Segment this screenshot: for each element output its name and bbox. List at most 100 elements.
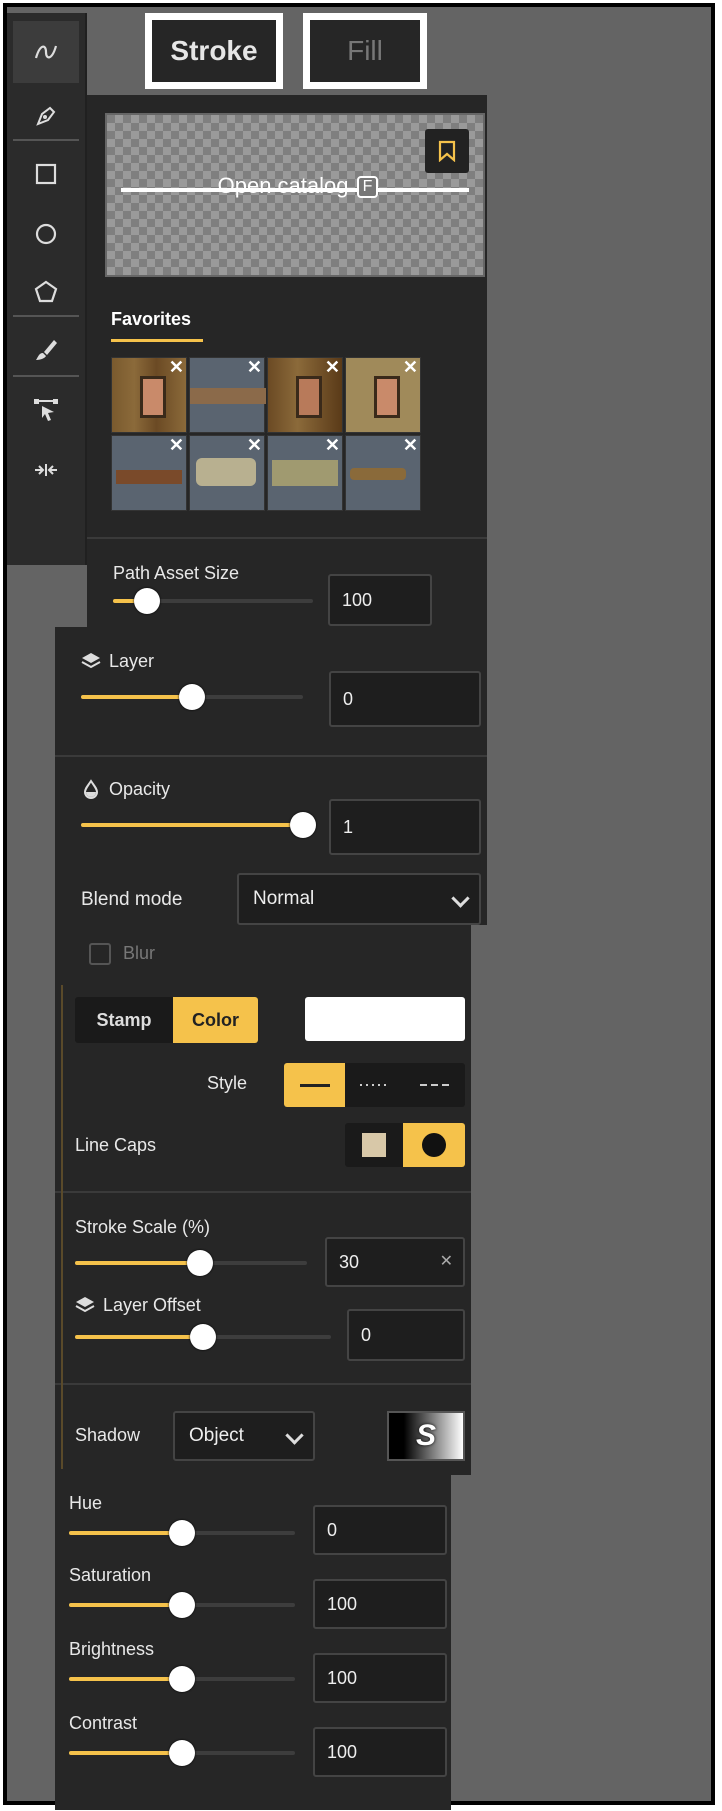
favorite-thumb[interactable]: ✕ — [267, 435, 343, 511]
tab-stroke[interactable]: Stroke — [145, 13, 283, 89]
favorites-tab-indicator — [111, 339, 203, 342]
shadow-value: Object — [189, 1425, 244, 1446]
shadow-select[interactable]: Object — [173, 1411, 315, 1461]
blur-checkbox[interactable] — [89, 943, 111, 965]
bookmark-button[interactable] — [425, 129, 469, 173]
path-tool-button[interactable] — [13, 21, 79, 83]
favorites-title: Favorites — [111, 309, 192, 329]
stroke-scale-input[interactable]: 30 ✕ — [325, 1237, 465, 1287]
select-node-tool-button[interactable] — [13, 379, 79, 441]
opacity-icon — [81, 779, 101, 804]
brightness-label: Brightness — [69, 1639, 155, 1659]
favorite-thumb[interactable]: ✕ — [345, 357, 421, 433]
slider-handle[interactable] — [179, 684, 205, 710]
saturation-input[interactable]: 100 — [313, 1579, 447, 1629]
split-icon — [35, 464, 57, 476]
asset-preview — [196, 458, 256, 486]
contrast-input[interactable]: 100 — [313, 1727, 447, 1777]
ellipse-tool-button[interactable] — [13, 203, 79, 265]
color-option[interactable]: Color — [173, 997, 258, 1043]
remove-favorite-icon[interactable]: ✕ — [247, 358, 262, 376]
brightness-input[interactable]: 100 — [313, 1653, 447, 1703]
shadow-preview-button[interactable]: S — [387, 1411, 465, 1461]
stroke-style-panel: Blur Stamp Color Style Line Caps Stroke … — [55, 925, 471, 1475]
slider-handle[interactable] — [134, 588, 160, 614]
layer-offset-slider[interactable] — [75, 1324, 331, 1350]
remove-favorite-icon[interactable]: ✕ — [325, 358, 340, 376]
saturation-slider[interactable] — [69, 1592, 295, 1618]
path-asset-size-label: Path Asset Size — [113, 563, 240, 583]
stamp-option[interactable]: Stamp — [75, 997, 173, 1043]
clear-icon[interactable]: ✕ — [440, 1251, 453, 1271]
remove-favorite-icon[interactable]: ✕ — [247, 436, 262, 454]
slider-fill — [81, 823, 303, 827]
path-asset-size-slider[interactable] — [113, 588, 313, 614]
favorite-thumb[interactable]: ✕ — [189, 357, 266, 433]
opacity-slider[interactable] — [81, 812, 316, 838]
line-caps-toggle — [345, 1123, 465, 1167]
blend-mode-select[interactable]: Normal — [237, 873, 481, 925]
pen-tool-button[interactable] — [13, 85, 79, 147]
dashed-line-icon — [420, 1084, 449, 1086]
brightness-slider[interactable] — [69, 1666, 295, 1692]
curve-icon — [34, 45, 58, 59]
rectangle-tool-button[interactable] — [13, 143, 79, 205]
remove-favorite-icon[interactable]: ✕ — [403, 436, 418, 454]
catalog-label: Open catalog F — [107, 173, 483, 199]
slider-handle[interactable] — [169, 1740, 195, 1766]
remove-favorite-icon[interactable]: ✕ — [403, 358, 418, 376]
slider-handle[interactable] — [169, 1666, 195, 1692]
cap-round-option[interactable] — [403, 1123, 465, 1167]
brush-tool-button[interactable] — [13, 319, 79, 381]
slider-handle[interactable] — [169, 1520, 195, 1546]
shadow-label: Shadow — [75, 1425, 141, 1445]
layer-slider[interactable] — [81, 684, 303, 710]
stroke-scale-slider[interactable] — [75, 1250, 307, 1276]
hue-input[interactable]: 0 — [313, 1505, 447, 1555]
style-toggle — [284, 1063, 465, 1107]
slider-handle[interactable] — [169, 1592, 195, 1618]
tab-fill[interactable]: Fill — [303, 13, 427, 89]
color-swatch[interactable] — [305, 997, 465, 1041]
cap-square-option[interactable] — [345, 1123, 403, 1167]
remove-favorite-icon[interactable]: ✕ — [169, 436, 184, 454]
blur-label: Blur — [123, 943, 156, 963]
polygon-tool-button[interactable] — [13, 261, 79, 323]
slider-handle[interactable] — [190, 1324, 216, 1350]
slider-fill — [69, 1531, 182, 1535]
layer-input[interactable]: 0 — [329, 671, 481, 727]
favorites-grid: ✕ ✕ ✕ ✕ ✕ ✕ ✕ ✕ — [111, 357, 431, 517]
solid-line-icon — [299, 1084, 330, 1087]
favorite-thumb[interactable]: ✕ — [345, 435, 421, 511]
slider-fill — [75, 1261, 201, 1265]
style-solid-option[interactable] — [284, 1063, 345, 1107]
path-asset-size-input[interactable]: 100 — [328, 574, 432, 626]
circle-icon — [35, 223, 57, 245]
favorite-thumb[interactable]: ✕ — [111, 435, 187, 511]
opacity-input[interactable]: 1 — [329, 799, 481, 855]
section-divider — [55, 1383, 471, 1385]
slider-handle[interactable] — [187, 1250, 214, 1276]
remove-favorite-icon[interactable]: ✕ — [325, 436, 340, 454]
contrast-slider[interactable] — [69, 1740, 295, 1766]
layers-icon — [75, 1295, 95, 1320]
favorite-thumb[interactable]: ✕ — [111, 357, 187, 433]
favorite-thumb[interactable]: ✕ — [267, 357, 343, 433]
slider-fill — [69, 1603, 182, 1607]
favorite-thumb[interactable]: ✕ — [189, 435, 265, 511]
section-divider — [55, 1191, 471, 1193]
split-tool-button[interactable] — [13, 439, 79, 501]
toolbar-separator — [13, 375, 79, 377]
remove-favorite-icon[interactable]: ✕ — [169, 358, 184, 376]
node-select-icon — [34, 399, 58, 421]
hue-slider[interactable] — [69, 1520, 295, 1546]
rectangle-icon — [35, 163, 57, 185]
slider-handle[interactable] — [290, 812, 316, 838]
saturation-label: Saturation — [69, 1565, 152, 1585]
layer-opacity-panel: Layer 0 Opacity 1 Blend mode Normal — [55, 627, 487, 925]
open-catalog-button[interactable]: Open catalog F — [105, 113, 485, 277]
style-dashed-option[interactable] — [405, 1063, 465, 1107]
layer-offset-input[interactable]: 0 — [347, 1309, 465, 1361]
style-dotted-option[interactable] — [345, 1063, 405, 1107]
blend-mode-value: Normal — [253, 888, 315, 909]
